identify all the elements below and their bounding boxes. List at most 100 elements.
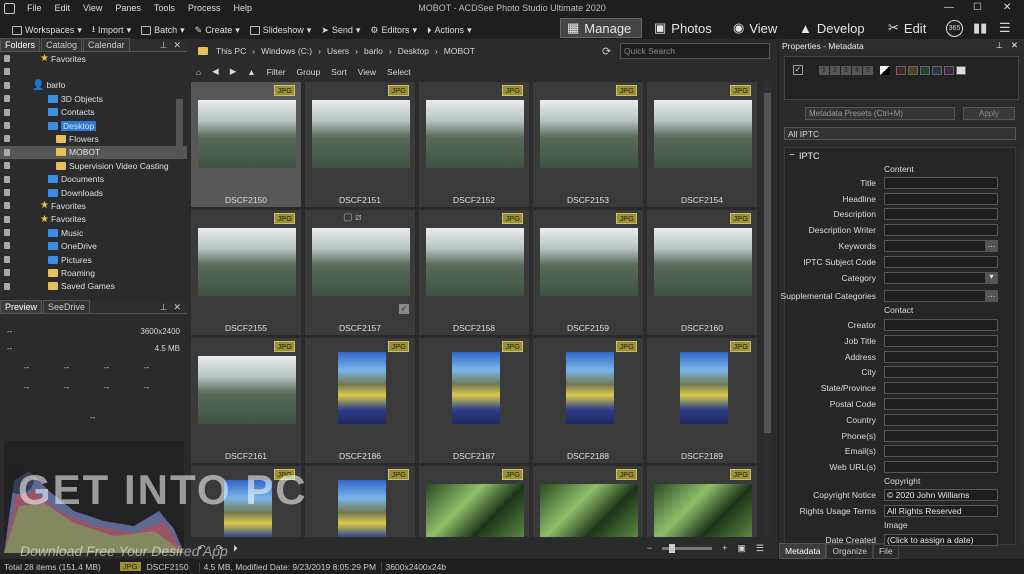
batch-button[interactable]: Batch ▾ xyxy=(141,25,185,36)
metadata-presets-select[interactable]: Metadata Presets (Ctrl+M) xyxy=(805,107,955,120)
checkbox-icon[interactable] xyxy=(4,269,10,277)
sort-button[interactable]: Sort xyxy=(331,67,347,77)
chevron-right-icon[interactable]: › xyxy=(435,46,438,56)
tree-item[interactable]: Downloads xyxy=(0,186,187,199)
pin-icon[interactable]: ⊥ xyxy=(995,40,1002,51)
apply-button[interactable]: Apply xyxy=(963,107,1015,120)
tab-metadata[interactable]: Metadata xyxy=(779,543,827,559)
file-thumbnail[interactable]: JPG xyxy=(532,465,644,537)
checkbox-icon[interactable] xyxy=(4,188,10,196)
sidebar-icon[interactable]: ☰ xyxy=(999,20,1011,36)
mode-manage[interactable]: ▦ Manage xyxy=(560,18,642,38)
create-button[interactable]: ✎ Create ▾ xyxy=(195,25,240,36)
file-thumbnail[interactable]: JPG DSCF2161 xyxy=(190,337,302,464)
close-icon[interactable]: ✕ xyxy=(1003,2,1011,13)
color-label-green[interactable] xyxy=(920,66,930,75)
tree-item[interactable]: Pictures xyxy=(0,253,187,266)
home-icon[interactable]: ⌂ xyxy=(196,67,201,77)
properties-scrollbar[interactable] xyxy=(1019,147,1024,545)
back-icon[interactable]: ◀ xyxy=(212,66,219,77)
checkbox-icon[interactable] xyxy=(4,81,10,89)
file-thumbnail[interactable]: JPG DSCF2188 xyxy=(532,337,644,464)
checkbox-icon[interactable] xyxy=(4,175,10,183)
checkbox-icon[interactable] xyxy=(4,282,10,290)
scroll-thumb[interactable] xyxy=(764,93,771,433)
file-thumbnail[interactable]: JPG xyxy=(418,465,530,537)
tree-item[interactable] xyxy=(0,65,187,78)
dropdown-icon[interactable]: ▾ xyxy=(985,272,998,284)
contact-0-field[interactable] xyxy=(884,319,998,331)
rating-1[interactable]: 1 xyxy=(819,66,829,75)
365-button[interactable]: 365 xyxy=(946,20,963,37)
list-icon[interactable]: ☰ xyxy=(756,543,764,554)
tab-folders[interactable]: Folders xyxy=(0,38,41,51)
image-icon[interactable]: ▣ xyxy=(737,543,746,554)
overlay-icons[interactable]: ▢ ⧄ xyxy=(343,212,362,223)
quick-search-input[interactable]: Quick Search xyxy=(620,43,770,59)
checkbox-icon[interactable] xyxy=(4,162,10,170)
rating-5[interactable]: 5 xyxy=(863,66,873,75)
group-button[interactable]: Group xyxy=(297,67,321,77)
checkbox-icon[interactable] xyxy=(4,202,10,210)
tab-preview[interactable]: Preview xyxy=(0,300,43,313)
tab-catalog[interactable]: Catalog xyxy=(41,38,83,51)
tree-item[interactable]: Supervision Video Casting xyxy=(0,159,187,172)
contact-6-field[interactable] xyxy=(884,413,998,426)
checkbox-icon[interactable]: ✓ xyxy=(399,304,409,314)
contact-8-field[interactable] xyxy=(884,445,998,458)
zoom-out-icon[interactable]: − xyxy=(647,543,652,553)
breadcrumb-item[interactable]: This PC xyxy=(216,46,246,56)
checkbox-icon[interactable] xyxy=(4,229,10,237)
tree-item[interactable]: Roaming xyxy=(0,266,187,279)
file-thumbnail[interactable]: JPG DSCF2152 xyxy=(418,81,530,208)
content-6-field[interactable] xyxy=(884,272,998,284)
chevron-right-icon[interactable]: › xyxy=(318,46,321,56)
content-1-field[interactable] xyxy=(884,193,998,205)
up-icon[interactable]: ▲ xyxy=(247,67,255,77)
tab-organize[interactable]: Organize xyxy=(826,543,873,559)
tree-item[interactable]: Saved Games xyxy=(0,280,187,293)
rating-4[interactable]: 4 xyxy=(852,66,862,75)
mode-view[interactable]: ◉ View xyxy=(727,18,783,38)
contact-5-field[interactable] xyxy=(884,398,998,410)
content-2-field[interactable] xyxy=(884,208,998,220)
content-5-field[interactable] xyxy=(884,256,998,268)
pin-icon[interactable]: ⊥ xyxy=(160,40,168,51)
file-thumbnail[interactable]: JPG DSCF2160 xyxy=(646,209,758,336)
breadcrumb-item[interactable]: MOBOT xyxy=(444,46,475,56)
checkbox-icon[interactable]: ✓ xyxy=(793,65,803,75)
contact-4-field[interactable] xyxy=(884,382,998,395)
breadcrumb-item[interactable]: barlo xyxy=(364,46,383,56)
contact-7-field[interactable] xyxy=(884,429,998,442)
checkbox-icon[interactable] xyxy=(4,55,10,62)
file-thumbnail[interactable]: JPG xyxy=(190,465,302,537)
slideshow-button[interactable]: Slideshow ▾ xyxy=(249,25,311,36)
mode-develop[interactable]: ▲ Develop xyxy=(793,18,871,38)
file-thumbnail[interactable]: JPG DSCF2150 xyxy=(190,81,302,208)
import-button[interactable]: ⭳ Import ▾ xyxy=(92,22,131,38)
mode-photos[interactable]: ▣ Photos xyxy=(648,18,718,38)
breadcrumb-item[interactable]: Desktop xyxy=(398,46,429,56)
grid-scrollbar[interactable] xyxy=(763,81,772,537)
editors-button[interactable]: ⚙ Editors ▾ xyxy=(370,25,417,36)
content-4-field[interactable] xyxy=(884,240,998,252)
more-icon[interactable]: … xyxy=(985,240,998,252)
rating-3[interactable]: 3 xyxy=(841,66,851,75)
file-thumbnail[interactable]: JPG DSCF2189 xyxy=(646,337,758,464)
tree-scrollbar[interactable] xyxy=(176,99,183,159)
tree-item[interactable]: Desktop xyxy=(0,119,187,132)
color-label-purple[interactable] xyxy=(944,66,954,75)
filter-button[interactable]: Filter xyxy=(267,67,286,77)
tree-item[interactable]: ★ Favorites xyxy=(0,52,187,65)
date-created-field[interactable]: (Click to assign a date) xyxy=(884,534,998,546)
close-icon[interactable]: ✕ xyxy=(173,40,181,51)
zoom-in-icon[interactable]: + xyxy=(722,543,727,553)
workspaces-button[interactable]: Workspaces ▾ xyxy=(12,25,82,36)
contact-9-field[interactable] xyxy=(884,461,998,474)
breadcrumb-item[interactable]: Windows (C:) xyxy=(261,46,312,56)
color-clear-icon[interactable] xyxy=(880,66,890,75)
checkbox-icon[interactable] xyxy=(4,68,10,76)
checkbox-icon[interactable] xyxy=(4,242,10,250)
contact-1-field[interactable] xyxy=(884,334,998,347)
mode-edit[interactable]: ✂ Edit xyxy=(882,18,932,38)
